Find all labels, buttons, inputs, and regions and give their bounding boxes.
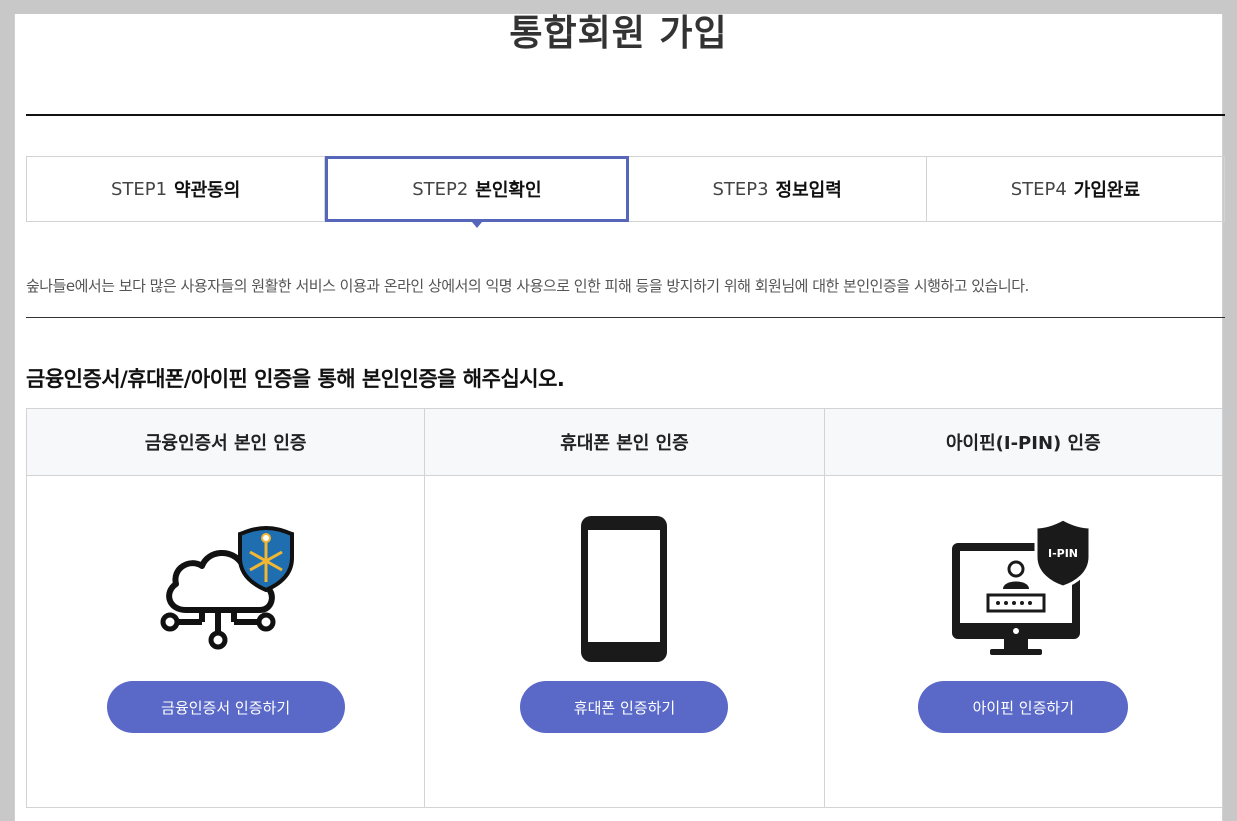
mobile-phone-verify-button[interactable]: 휴대폰 인증하기 bbox=[520, 681, 729, 733]
step-4-name: 가입완료 bbox=[1073, 180, 1141, 201]
method-mobile-phone-title: 휴대폰 본인 인증 bbox=[425, 409, 824, 476]
page-title: 통합회원 가입 bbox=[509, 13, 728, 54]
method-ipin-title: 아이핀(I-PIN) 인증 bbox=[824, 409, 1222, 476]
step-4: STEP4 가입완료 bbox=[927, 157, 1224, 221]
verification-methods: 금융인증서 본인 인증 금융인증서 인증하기 휴대폰 본인 인증 휴대폰 인증하… bbox=[26, 408, 1223, 808]
method-financial-certificate-title: 금융인증서 본인 인증 bbox=[27, 409, 425, 476]
method-financial-certificate: 금융인증서 본인 인증 금융인증서 인증하기 bbox=[27, 409, 426, 807]
intro-text: 숲나들e에서는 보다 많은 사용자들의 원활한 서비스 이용과 온라인 상에서의… bbox=[26, 277, 1029, 295]
mobile-phone-icon bbox=[581, 516, 668, 662]
title-divider bbox=[26, 114, 1225, 116]
ipin-verify-button[interactable]: 아이핀 인증하기 bbox=[918, 681, 1129, 733]
step-4-number: STEP4 bbox=[1010, 178, 1067, 200]
method-ipin-icon-wrap: I-PIN bbox=[825, 509, 1222, 669]
step-1: STEP1 약관동의 bbox=[27, 157, 326, 221]
step-3-number: STEP3 bbox=[712, 178, 769, 200]
cloud-certificate-icon bbox=[160, 525, 294, 650]
method-ipin: 아이핀(I-PIN) 인증 I-PIN 아이핀 인증하기 bbox=[824, 409, 1223, 807]
financial-certificate-verify-button[interactable]: 금융인증서 인증하기 bbox=[106, 681, 345, 733]
step-2-number: STEP2 bbox=[412, 178, 469, 200]
method-financial-certificate-icon-wrap bbox=[27, 509, 424, 669]
method-mobile-phone: 휴대폰 본인 인증 휴대폰 인증하기 bbox=[425, 409, 825, 807]
section-heading: 금융인증서/휴대폰/아이핀 인증을 통해 본인인증을 해주십시오. bbox=[26, 367, 565, 391]
signup-page: 통합회원 가입 STEP1 약관동의 STEP2 본인확인 STEP3 정보입력… bbox=[14, 13, 1225, 821]
ipin-badge-text: I-PIN bbox=[1048, 547, 1078, 560]
step-2-active: STEP2 본인확인 bbox=[325, 156, 629, 222]
step-2-name: 본인확인 bbox=[475, 180, 542, 201]
step-3-name: 정보입력 bbox=[775, 180, 842, 201]
method-mobile-phone-icon-wrap bbox=[425, 509, 823, 669]
step-3: STEP3 정보입력 bbox=[629, 157, 927, 221]
step-1-name: 약관동의 bbox=[174, 180, 241, 201]
step-1-number: STEP1 bbox=[110, 178, 168, 200]
intro-divider bbox=[26, 317, 1225, 318]
step-indicator: STEP1 약관동의 STEP2 본인확인 STEP3 정보입력 STEP4 가… bbox=[26, 156, 1225, 222]
ipin-monitor-icon: I-PIN bbox=[952, 516, 1092, 655]
